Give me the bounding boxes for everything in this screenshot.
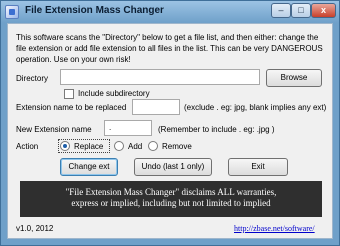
- website-link[interactable]: http://zbase.net/software/: [234, 224, 315, 233]
- ext-replace-hint: (exclude . eg: jpg, blank implies any ex…: [184, 103, 327, 112]
- include-subdirectory-label: Include subdirectory: [78, 89, 150, 98]
- ext-replace-input[interactable]: [132, 99, 180, 115]
- radio-replace[interactable]: [60, 141, 70, 151]
- radio-add-label: Add: [128, 142, 143, 151]
- radio-replace-label: Replace: [74, 142, 104, 151]
- browse-button[interactable]: Browse: [266, 69, 322, 87]
- directory-input[interactable]: [60, 69, 260, 85]
- radio-remove-label: Remove: [162, 142, 192, 151]
- dialog-body: This software scans the "Directory" belo…: [7, 23, 333, 239]
- change-ext-button[interactable]: Change ext: [60, 158, 118, 176]
- directory-label: Directory: [16, 74, 49, 83]
- minimize-button[interactable]: –: [271, 3, 291, 18]
- ext-new-hint: (Remember to include . eg: .jpg ): [158, 125, 275, 134]
- intro-text: This software scans the "Directory" belo…: [16, 33, 323, 64]
- ext-new-input[interactable]: .: [104, 120, 152, 136]
- ext-new-label: New Extension name: [16, 125, 92, 134]
- include-subdirectory-checkbox[interactable]: [64, 89, 74, 99]
- maximize-button[interactable]: □: [291, 3, 311, 18]
- title-bar[interactable]: File Extension Mass Changer – □ x: [1, 1, 339, 23]
- disclaimer-line-2: express or implied, including but not li…: [71, 198, 271, 208]
- disclaimer-banner: "File Extension Mass Changer" disclaims …: [20, 181, 322, 217]
- radio-remove[interactable]: [148, 141, 158, 151]
- app-icon: [5, 5, 19, 19]
- window-title: File Extension Mass Changer: [25, 5, 164, 16]
- close-button[interactable]: x: [311, 3, 336, 18]
- disclaimer-line-1: "File Extension Mass Changer" disclaims …: [65, 187, 277, 197]
- app-window: File Extension Mass Changer – □ x This s…: [0, 0, 340, 246]
- action-label: Action: [16, 142, 39, 151]
- radio-add[interactable]: [114, 141, 124, 151]
- version-text: v1.0, 2012: [16, 224, 54, 233]
- ext-replace-label: Extension name to be replaced: [16, 103, 127, 112]
- exit-button[interactable]: Exit: [228, 158, 288, 176]
- undo-button[interactable]: Undo (last 1 only): [134, 158, 212, 176]
